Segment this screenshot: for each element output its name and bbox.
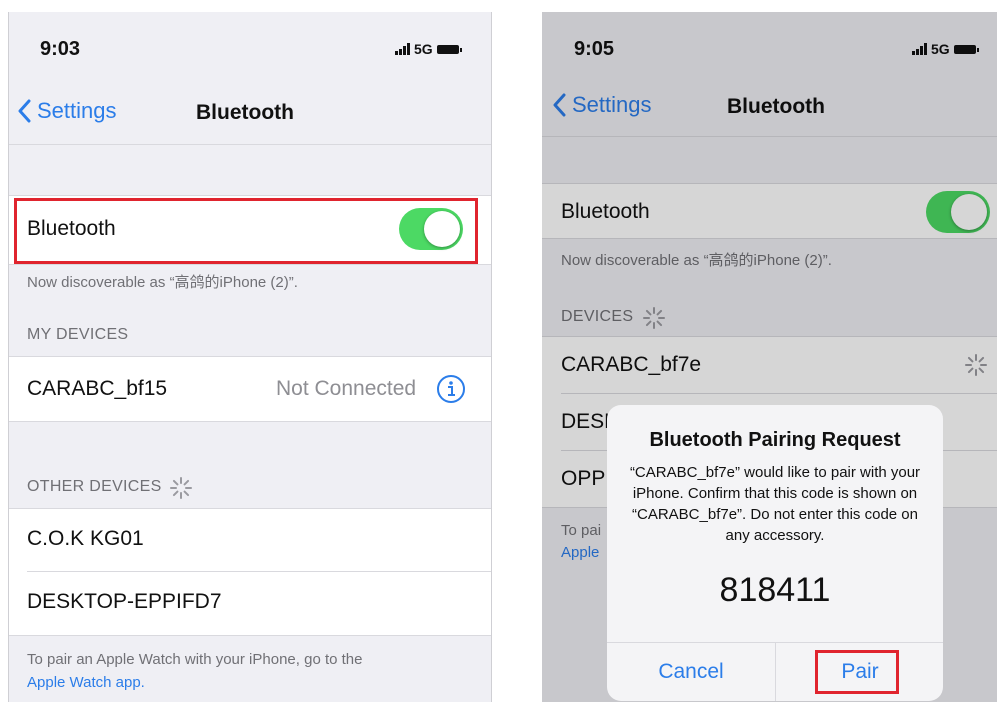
battery-icon xyxy=(436,44,462,54)
other-device-row[interactable]: DESKTOP-EPPIFD7 xyxy=(9,572,491,634)
network-type: 5G xyxy=(414,41,433,57)
my-device-row[interactable]: CARABC_bf15 Not Connected xyxy=(9,356,491,422)
signal-bars-icon xyxy=(395,43,410,55)
discoverable-text: Now discoverable as “高鸽的iPhone (2)”. xyxy=(27,274,298,291)
other-devices-header: OTHER DEVICES xyxy=(27,478,162,495)
spinner-icon xyxy=(169,476,193,500)
status-bar-right: 5G xyxy=(395,41,462,57)
highlight-box xyxy=(14,198,478,264)
footer-note: To pair an Apple Watch with your iPhone,… xyxy=(27,648,467,694)
alert-message: “CARABC_bf7e” would like to pair with yo… xyxy=(629,464,921,544)
device-name: CARABC_bf15 xyxy=(27,377,168,400)
highlight-box xyxy=(815,650,899,694)
alert-title: Bluetooth Pairing Request xyxy=(649,429,901,451)
chevron-left-icon xyxy=(18,99,31,123)
right-phone-screen: 9:05 5G Settings Bluetooth Bluetooth Now… xyxy=(542,12,997,702)
apple-watch-link[interactable]: Apple Watch app. xyxy=(27,671,467,694)
back-label: Settings xyxy=(37,98,117,123)
device-name: DESKTOP-EPPIFD7 xyxy=(27,590,222,613)
left-phone-screen: 9:03 5G Settings Bluetooth Bluetooth Now… xyxy=(8,12,492,702)
device-name: C.O.K KG01 xyxy=(27,527,144,550)
nav-divider xyxy=(9,144,491,145)
other-device-row[interactable]: C.O.K KG01 xyxy=(9,509,491,571)
my-devices-header: MY DEVICES xyxy=(27,326,129,343)
other-devices-list: C.O.K KG01 DESKTOP-EPPIFD7 xyxy=(9,508,491,636)
status-time: 9:03 xyxy=(40,38,81,60)
pairing-code: 818411 xyxy=(719,571,831,609)
back-button[interactable]: Settings xyxy=(17,98,117,124)
device-status: Not Connected xyxy=(276,377,417,400)
info-icon[interactable] xyxy=(436,374,466,404)
footer-text: To pair an Apple Watch with your iPhone,… xyxy=(27,651,363,668)
pairing-alert: Bluetooth Pairing Request “CARABC_bf7e” … xyxy=(607,405,943,701)
cancel-button[interactable]: Cancel xyxy=(607,643,775,701)
page-title: Bluetooth xyxy=(196,101,294,124)
